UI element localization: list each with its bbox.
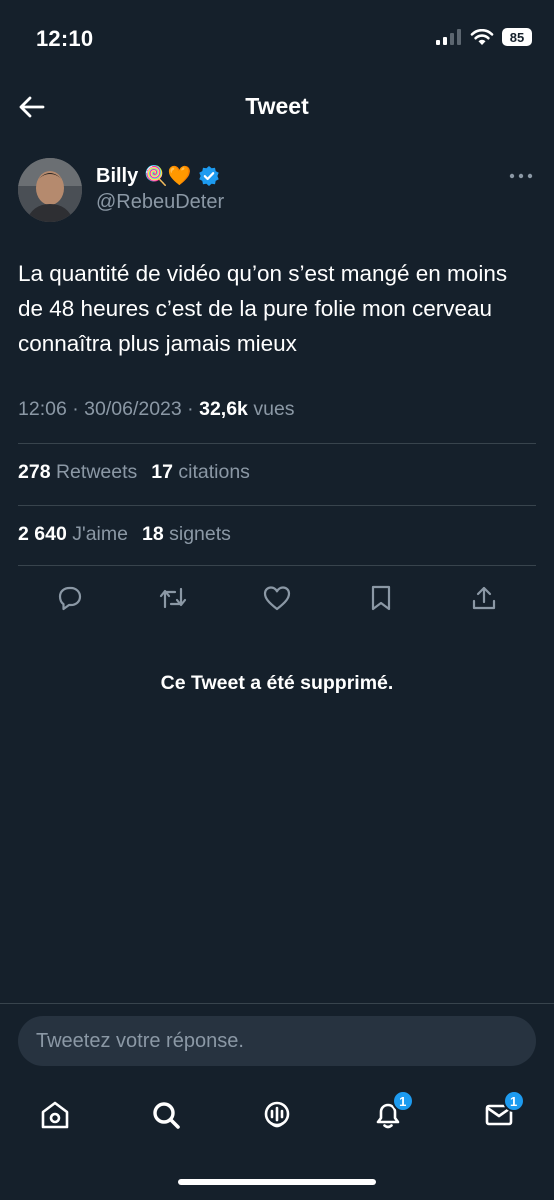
home-indicator bbox=[178, 1179, 376, 1185]
page-title: Tweet bbox=[245, 93, 309, 119]
tab-spaces[interactable] bbox=[249, 1090, 305, 1140]
search-icon bbox=[153, 1102, 180, 1129]
like-button[interactable] bbox=[257, 578, 297, 618]
tab-home[interactable] bbox=[27, 1090, 83, 1140]
retweet-icon bbox=[160, 587, 187, 609]
status-time: 12:10 bbox=[36, 26, 94, 51]
divider bbox=[18, 565, 536, 566]
avatar-image bbox=[18, 158, 82, 222]
tab-search[interactable] bbox=[138, 1090, 194, 1140]
divider bbox=[0, 1003, 554, 1004]
retweet-stats: 278 Retweets 17 citations bbox=[18, 461, 250, 484]
battery-indicator: 85 bbox=[502, 28, 532, 46]
more-options-button[interactable] bbox=[508, 166, 534, 186]
signal-icon bbox=[436, 29, 461, 45]
share-button[interactable] bbox=[464, 578, 504, 618]
author-handle[interactable]: @RebeuDeter bbox=[96, 191, 224, 214]
quotes-stat[interactable]: 17 citations bbox=[151, 461, 250, 484]
quotes-label: citations bbox=[178, 461, 250, 483]
divider bbox=[18, 443, 536, 444]
author-name-row[interactable]: Billy 🍭🧡 bbox=[96, 164, 220, 188]
bookmarks-count: 18 bbox=[141, 523, 164, 545]
tweet-text: La quantité de vidéo qu’on s’est mangé e… bbox=[18, 261, 508, 356]
like-stats: 2 640 J'aime 18 signets bbox=[18, 523, 231, 546]
bookmark-icon bbox=[371, 585, 390, 611]
retweets-label: Retweets bbox=[55, 461, 138, 483]
avatar[interactable] bbox=[18, 158, 82, 222]
verified-badge-icon bbox=[198, 166, 219, 186]
divider bbox=[18, 505, 536, 506]
bookmarks-stat[interactable]: 18 signets bbox=[142, 523, 231, 546]
reply-button[interactable] bbox=[50, 578, 90, 618]
retweet-button[interactable] bbox=[153, 578, 193, 618]
tweet-meta: 12:06 · 30/06/2023 · 32,6k vues bbox=[18, 398, 295, 420]
likes-label: J'aime bbox=[72, 523, 128, 545]
tab-notifications[interactable]: 1 bbox=[360, 1090, 416, 1140]
back-arrow-icon bbox=[19, 96, 45, 118]
retweets-count: 278 bbox=[18, 461, 51, 483]
deleted-tweet-notice: Ce Tweet a été supprimé. bbox=[160, 672, 394, 694]
tab-bar: 1 1 bbox=[0, 1090, 554, 1140]
reply-icon bbox=[58, 586, 81, 611]
tab-messages[interactable]: 1 bbox=[471, 1090, 527, 1140]
author-emoji: 🍭🧡 bbox=[144, 166, 192, 187]
home-icon bbox=[42, 1101, 69, 1129]
messages-badge: 1 bbox=[502, 1090, 525, 1112]
quotes-count: 17 bbox=[151, 461, 173, 483]
share-icon bbox=[473, 586, 496, 610]
tweet-time: 12:06 bbox=[18, 398, 67, 420]
tweet-actions bbox=[18, 578, 536, 618]
tweet-date: 30/06/2023 bbox=[84, 398, 182, 420]
bookmark-button[interactable] bbox=[361, 578, 401, 618]
views-label: vues bbox=[253, 398, 295, 420]
reply-input[interactable]: Tweetez votre réponse. bbox=[18, 1016, 536, 1066]
wifi-icon bbox=[470, 28, 494, 45]
spaces-icon bbox=[264, 1101, 290, 1128]
retweets-stat[interactable]: 278 Retweets bbox=[18, 461, 137, 484]
bookmarks-label: signets bbox=[169, 523, 231, 545]
likes-count: 2 640 bbox=[18, 523, 67, 545]
back-button[interactable] bbox=[14, 90, 48, 124]
heart-icon bbox=[263, 586, 291, 611]
views-count[interactable]: 32,6k bbox=[199, 398, 248, 420]
more-icon bbox=[509, 173, 533, 179]
notifications-badge: 1 bbox=[391, 1090, 414, 1112]
status-icons: 85 bbox=[436, 28, 532, 46]
author-name[interactable]: Billy bbox=[96, 165, 138, 188]
likes-stat[interactable]: 2 640 J'aime bbox=[18, 523, 128, 546]
